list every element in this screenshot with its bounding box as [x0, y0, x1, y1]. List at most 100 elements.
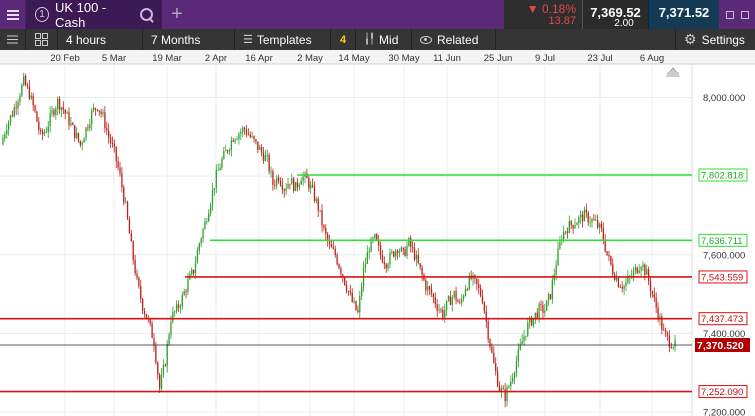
candle-body [649, 281, 652, 292]
candle-body [353, 301, 355, 302]
interval-select[interactable]: 4 hours [58, 29, 143, 50]
candle-body [489, 339, 491, 347]
candle-body [255, 139, 257, 142]
candle-body [430, 289, 433, 295]
candle-body [555, 265, 557, 275]
candle-body [547, 294, 550, 301]
buy-price-button[interactable]: 7,371.52 [648, 0, 719, 29]
candle-body [436, 304, 438, 311]
candle-body [359, 295, 361, 313]
candle-body [317, 198, 319, 211]
candle-body [591, 219, 593, 223]
chart-list-button[interactable] [0, 29, 26, 50]
candle-body [191, 269, 193, 275]
candle-body [546, 300, 548, 311]
chart-canvas[interactable]: 20 Feb 5 Mar 19 Mar 2 Apr 16 Apr 2 May 14 May 3… [0, 50, 755, 416]
candle-body [672, 347, 674, 349]
candle-body [38, 121, 40, 130]
candle-body [170, 321, 172, 335]
main-menu-button[interactable] [0, 0, 26, 29]
x-tick-label: 23 Jul [587, 53, 612, 64]
candle-body [58, 98, 61, 110]
layout-button[interactable] [26, 29, 58, 50]
instrument-tab[interactable]: 1 UK 100 - Cash [26, 0, 162, 30]
candle-body [51, 110, 53, 113]
popout-icon[interactable] [725, 10, 734, 19]
candle-body [268, 154, 270, 172]
related-button[interactable]: Related [412, 29, 496, 50]
price-type-select[interactable]: ╽╿ Mid [356, 29, 412, 50]
settings-button[interactable]: ⚙ Settings [675, 29, 755, 50]
candle-body [451, 297, 453, 306]
candle-body [510, 381, 512, 387]
spread-value: 2.00 [610, 18, 638, 29]
candle-body [259, 147, 261, 150]
maximize-icon[interactable] [740, 10, 749, 19]
candle-body [251, 136, 253, 137]
candle-body [444, 310, 446, 318]
candle-body [270, 171, 272, 173]
candle-body [238, 133, 240, 139]
candle-body [604, 240, 606, 252]
candle-body [625, 282, 627, 287]
candle-body [293, 178, 295, 191]
candle-body [483, 302, 486, 312]
add-tab-button[interactable]: + [162, 0, 192, 29]
candle-body [57, 98, 59, 109]
candle-body [81, 142, 83, 145]
candle-body [141, 299, 144, 311]
candle-body [153, 337, 155, 346]
candle-body [32, 95, 34, 106]
candle-body [298, 184, 301, 188]
candle-body [7, 122, 10, 130]
candle-body [115, 146, 117, 162]
range-select[interactable]: 7 Months [143, 29, 235, 50]
candle-body [491, 346, 493, 353]
candle-body [96, 109, 99, 111]
candle-body [534, 312, 537, 318]
trading-app: 1 UK 100 - Cash + ▼ 0.18% 13.87 7,369.52… [0, 0, 755, 416]
candle-body [559, 241, 561, 249]
x-tick-label: 2 Apr [205, 53, 227, 64]
candle-body [296, 182, 299, 188]
candle-body [527, 322, 529, 336]
price-chart[interactable]: 20 Feb 5 Mar 19 Mar 2 Apr 16 Apr 2 May 14 May 3… [0, 50, 755, 416]
candle-body [479, 288, 482, 296]
candle-body [242, 128, 244, 133]
candle-body [598, 223, 601, 228]
candle-body [538, 304, 540, 318]
y-tick-label: 7,200.000 [703, 408, 745, 416]
candle-body [368, 251, 370, 253]
search-icon[interactable] [139, 7, 154, 23]
list-icon [7, 38, 18, 41]
candle-body [138, 277, 140, 287]
candle-body [438, 309, 440, 311]
candle-body [664, 330, 667, 333]
candle-body [385, 264, 387, 269]
candle-body [357, 310, 359, 313]
candle-body [355, 301, 357, 311]
candle-body [291, 178, 293, 185]
candle-body [83, 138, 85, 143]
candle-body [294, 182, 297, 191]
candle-body [394, 250, 397, 257]
candle-body [249, 134, 251, 137]
eye-icon [420, 35, 432, 44]
candle-body [406, 245, 408, 256]
candle-body [578, 217, 580, 224]
candle-body [642, 264, 644, 268]
candle-body [217, 170, 219, 171]
candle-body [640, 267, 642, 271]
candle-body [387, 264, 389, 269]
candle-body [117, 161, 119, 168]
candle-body [410, 238, 412, 247]
templates-button[interactable]: ☰ Templates [235, 29, 331, 50]
candle-body [106, 128, 108, 131]
candle-body [28, 86, 31, 99]
candles-icon: ╽╿ [364, 34, 375, 45]
candle-body [663, 329, 665, 331]
level-label: 7,543.559 [701, 272, 743, 283]
candle-body [283, 189, 285, 191]
candle-body [427, 286, 429, 291]
instrument-name: UK 100 - Cash [54, 0, 107, 30]
